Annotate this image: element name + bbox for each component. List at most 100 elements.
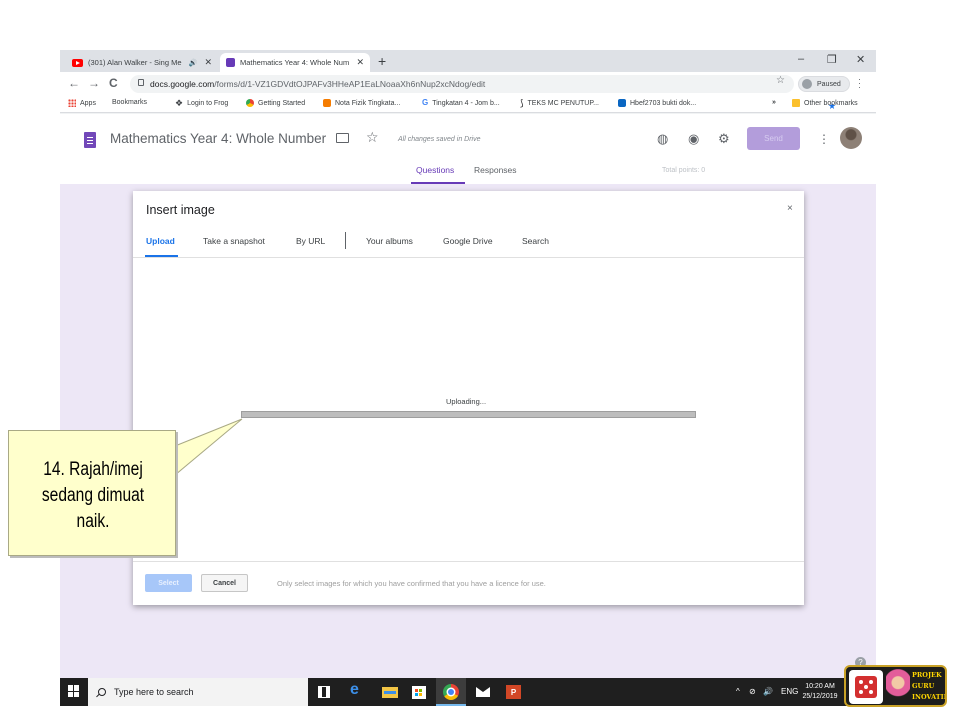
clock-time: 10:20 AM [805,683,835,690]
task-view-icon[interactable] [318,686,330,698]
settings-gear-icon[interactable]: ⚙ [718,131,730,147]
bookmark-login-to-frog[interactable]: ❖ Login to Frog [175,99,228,108]
google-forms-icon [226,58,235,67]
close-tab-icon[interactable]: ✕ [204,57,212,68]
tab-search[interactable]: Search [522,236,549,246]
address-bar[interactable]: docs.google.com/forms/d/1-VZ1GDVdtOJPAFv… [130,75,794,93]
tab-by-url[interactable]: By URL [296,236,325,246]
apps-icon [68,99,76,107]
teks-icon: ⟆ [520,98,524,108]
chrome-taskbar-icon[interactable] [436,678,466,706]
clock-date: 25/12/2019 [802,693,838,700]
dialog-footer-divider [133,561,804,562]
move-to-folder-icon[interactable] [336,133,349,143]
new-tab-button[interactable]: + [378,53,386,69]
other-bookmarks[interactable]: Other bookmarks [792,99,858,107]
cancel-button[interactable]: Cancel [201,574,248,592]
star-icon[interactable]: ☆ [366,129,379,146]
browser-toolbar: ← → C docs.google.com/forms/d/1-VZ1GDVdt… [60,72,876,96]
bookmark-tingkatan-4[interactable]: G Tingkatan 4 - Jom b... [422,99,500,107]
projek-guru-inovatif-logo: PROJEK GURU INOVATIF [844,665,947,707]
bookmark-apps[interactable]: Apps [68,99,96,107]
volume-icon[interactable]: 🔊 [763,687,773,696]
blogger-icon [323,99,331,107]
microsoft-store-icon[interactable] [412,686,426,699]
bookmark-getting-started[interactable]: Getting Started [246,99,305,107]
tab-title: Mathematics Year 4: Whole Num [240,58,350,67]
forward-button[interactable]: → [88,76,100,90]
lock-icon[interactable] [138,79,144,86]
dialog-divider [133,257,804,258]
url-text: docs.google.com/forms/d/1-VZ1GDVdtOJPAFv… [150,79,486,89]
bookmarks-bar: Apps ★ Bookmarks ❖ Login to Frog Getting S… [60,96,876,113]
form-title[interactable]: Mathematics Year 4: Whole Number [110,131,326,146]
tab-google-drive[interactable]: Google Drive [443,236,493,246]
search-placeholder: Type here to search [114,687,194,697]
taskbar-search-box[interactable]: Type here to search [88,678,308,706]
callout-box: 14. Rajah/imej sedang dimuat naik. [8,430,176,556]
minimize-button[interactable]: – [798,53,804,65]
total-points: Total points: 0 [662,167,706,174]
palette-icon[interactable]: ◍ [657,131,668,147]
tab-your-albums[interactable]: Your albums [366,236,413,246]
tab-separator [345,232,346,249]
select-button[interactable]: Select [145,574,192,592]
windows-start-icon[interactable] [68,685,80,697]
tab-responses[interactable]: Responses [474,165,517,175]
windows-taskbar: Type here to search e P ^ ⊘ 🔊 ENG 10:20 … [60,678,876,706]
bookmark-star-icon[interactable]: ☆ [776,75,785,86]
browser-tab-youtube[interactable]: (301) Alan Walker - Sing Me 🔊 ✕ [66,53,218,72]
upload-progress-bar [241,411,696,418]
file-explorer-icon[interactable] [382,687,398,698]
powerpoint-icon[interactable]: P [506,685,521,699]
reload-button[interactable]: C [109,76,118,90]
more-options-icon[interactable]: ⋮ [818,132,830,146]
tab-questions[interactable]: Questions [416,165,454,175]
tab-take-a-snapshot[interactable]: Take a snapshot [203,236,265,246]
maximize-button[interactable]: ❐ [827,53,837,66]
google-forms-logo-icon[interactable] [84,132,96,148]
callout-text: 14. Rajah/imej sedang dimuat naik. [41,459,145,532]
language-indicator[interactable]: ENG [781,687,798,696]
youtube-icon [72,58,83,67]
google-icon: G [422,98,429,107]
dice-icon [855,676,877,698]
browser-tab-forms[interactable]: Mathematics Year 4: Whole Num ✕ [220,53,370,72]
chrome-icon [246,99,254,107]
linkedin-icon [618,99,626,107]
profile-status: Paused [817,80,841,88]
insert-image-dialog: Insert image × Upload Take a snapshot By… [133,191,804,605]
send-button[interactable]: Send [747,127,800,150]
preview-eye-icon[interactable]: ◉ [688,131,699,147]
dialog-title: Insert image [146,203,215,217]
dialog-close-icon[interactable]: × [787,203,793,214]
browser-menu-icon[interactable]: · · · [858,75,861,92]
screenshot-area: (301) Alan Walker - Sing Me 🔊 ✕ Mathemat… [60,50,876,706]
bookmark-hbef2703[interactable]: Hbef2703 bukti dok... [618,99,696,107]
edge-browser-icon[interactable]: e [350,681,366,698]
speaker-icon[interactable]: 🔊 [189,59,198,67]
back-button[interactable]: ← [68,76,80,90]
tray-chevron-icon[interactable]: ^ [736,687,740,696]
folder-icon [792,99,800,107]
pgi-badge-icon [849,670,883,704]
taskbar-clock[interactable]: 10:20 AM 25/12/2019 [800,682,840,702]
network-icon[interactable]: ⊘ [749,687,756,696]
logo-words: PROJEK GURU INOVATIF [912,671,947,701]
mail-icon[interactable] [476,687,490,697]
bookmark-bookmarks[interactable]: ★ Bookmarks [112,99,836,111]
tab-upload[interactable]: Upload [146,236,175,246]
close-window-button[interactable]: ✕ [856,53,865,66]
browser-tab-strip: (301) Alan Walker - Sing Me 🔊 ✕ Mathemat… [60,50,876,72]
bookmark-nota-fizik[interactable]: Nota Fizik Tingkata... [323,99,400,107]
teacher-portrait-icon [886,669,910,705]
licence-note: Only select images for which you have co… [277,579,546,588]
bookmarks-overflow-button[interactable]: » [772,99,776,106]
search-icon [98,688,106,696]
user-avatar[interactable] [840,127,862,149]
profile-button[interactable]: Paused [798,76,850,92]
close-tab-icon[interactable]: ✕ [356,57,364,68]
upload-status: Uploading... [446,397,487,406]
bookmark-teks-mc[interactable]: ⟆ TEKS MC PENUTUP... [520,98,599,108]
upload-progress-fill [242,412,695,417]
